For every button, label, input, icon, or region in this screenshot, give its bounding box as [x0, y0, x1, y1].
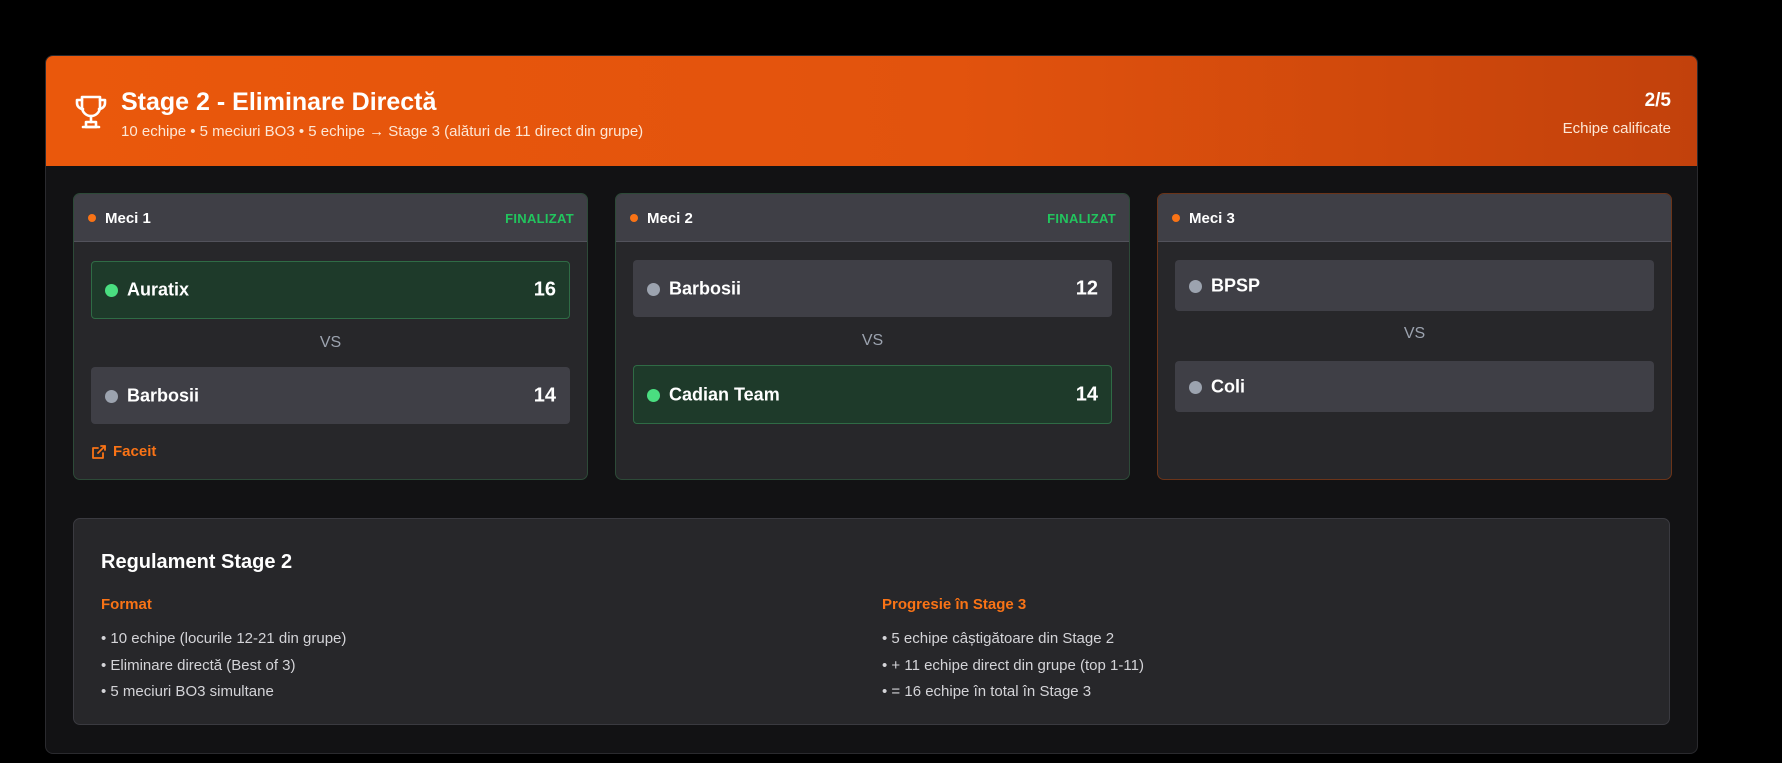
- match-name: Meci 1: [105, 210, 151, 227]
- team-score: 14: [533, 384, 556, 406]
- team-row: BPSP: [1175, 260, 1654, 311]
- stage-panel: Stage 2 - Eliminare Directă 10 echipe • …: [45, 55, 1698, 754]
- qualified-label: Echipe calificate: [1562, 120, 1671, 137]
- team-name: Barbosii: [669, 278, 742, 298]
- match-name: Meci 3: [1189, 210, 1235, 227]
- match-header: Meci 1 FINALIZAT: [74, 194, 587, 242]
- faceit-link[interactable]: Faceit: [91, 443, 156, 460]
- team-status-dot: [647, 282, 660, 296]
- team-status-dot: [105, 389, 118, 403]
- match-status-badge: FINALIZAT: [1047, 211, 1116, 226]
- match-header: Meci 2 FINALIZAT: [616, 194, 1129, 242]
- list-item: • 10 echipe (locurile 12-21 din grupe): [101, 630, 347, 647]
- team-name: Barbosii: [127, 385, 200, 405]
- page-title: Stage 2 - Eliminare Directă: [121, 88, 437, 116]
- vs-label: VS: [319, 334, 342, 351]
- list-item: • Eliminare directă (Best of 3): [101, 656, 296, 674]
- team-name: Coli: [1211, 376, 1245, 396]
- team-status-dot: [1189, 380, 1202, 394]
- rules-progression-heading: Progresie în Stage 3: [882, 596, 1027, 613]
- vs-label: VS: [1403, 325, 1426, 342]
- team-row: Barbosii 12: [633, 260, 1112, 317]
- match-status-dot: [1172, 214, 1180, 222]
- rules-title: Regulament Stage 2: [101, 551, 293, 573]
- team-name: Cadian Team: [669, 384, 780, 404]
- list-item: • 5 echipe câștigătoare din Stage 2: [882, 630, 1115, 647]
- team-status-dot: [647, 388, 660, 402]
- list-item: • + 11 echipe direct din grupe (top 1-11…: [882, 656, 1144, 674]
- vs-label: VS: [861, 332, 884, 349]
- rules-section: Regulament Stage 2 Format • 10 echipe (l…: [73, 518, 1670, 725]
- match-name: Meci 2: [647, 210, 693, 227]
- team-row: Barbosii 14: [91, 367, 570, 424]
- team-status-dot: [1189, 279, 1202, 293]
- external-link-icon: [92, 444, 106, 459]
- match-card-1: Meci 1 FINALIZAT Auratix 16 VS Barbosii …: [73, 193, 588, 480]
- team-score: 12: [1075, 277, 1098, 299]
- team-status-dot: [105, 284, 118, 297]
- team-row-winner: Auratix 16: [91, 261, 570, 319]
- match-status-dot: [88, 214, 96, 222]
- rules-format-heading: Format: [101, 596, 152, 613]
- rules-progression-column: Progresie în Stage 3 • 5 echipe câștigăt…: [882, 596, 1144, 706]
- page-subtitle: 10 echipe • 5 meciuri BO3 • 5 echipe → S…: [121, 123, 644, 140]
- match-header: Meci 3: [1158, 194, 1671, 242]
- team-name: BPSP: [1211, 275, 1261, 295]
- team-score: 14: [1075, 383, 1098, 405]
- team-score: 16: [533, 278, 556, 301]
- team-row: Coli: [1175, 361, 1654, 412]
- match-status-badge: FINALIZAT: [505, 211, 574, 226]
- list-item: • 5 meciuri BO3 simultane: [101, 683, 274, 700]
- qualified-count: 2/5: [1644, 90, 1671, 111]
- match-card-2: Meci 2 FINALIZAT Barbosii 12 VS Cadian T…: [615, 193, 1130, 480]
- match-status-dot: [630, 214, 638, 222]
- team-row-winner: Cadian Team 14: [633, 365, 1112, 424]
- trophy-icon: [75, 95, 107, 129]
- match-card-3: Meci 3 BPSP VS Coli: [1157, 193, 1672, 480]
- faceit-link-label: Faceit: [113, 443, 157, 460]
- team-name: Auratix: [127, 279, 190, 300]
- stage-header: Stage 2 - Eliminare Directă 10 echipe • …: [46, 56, 1697, 166]
- rules-format-column: Format • 10 echipe (locurile 12-21 din g…: [101, 596, 346, 706]
- list-item: • = 16 echipe în total în Stage 3: [882, 683, 1092, 700]
